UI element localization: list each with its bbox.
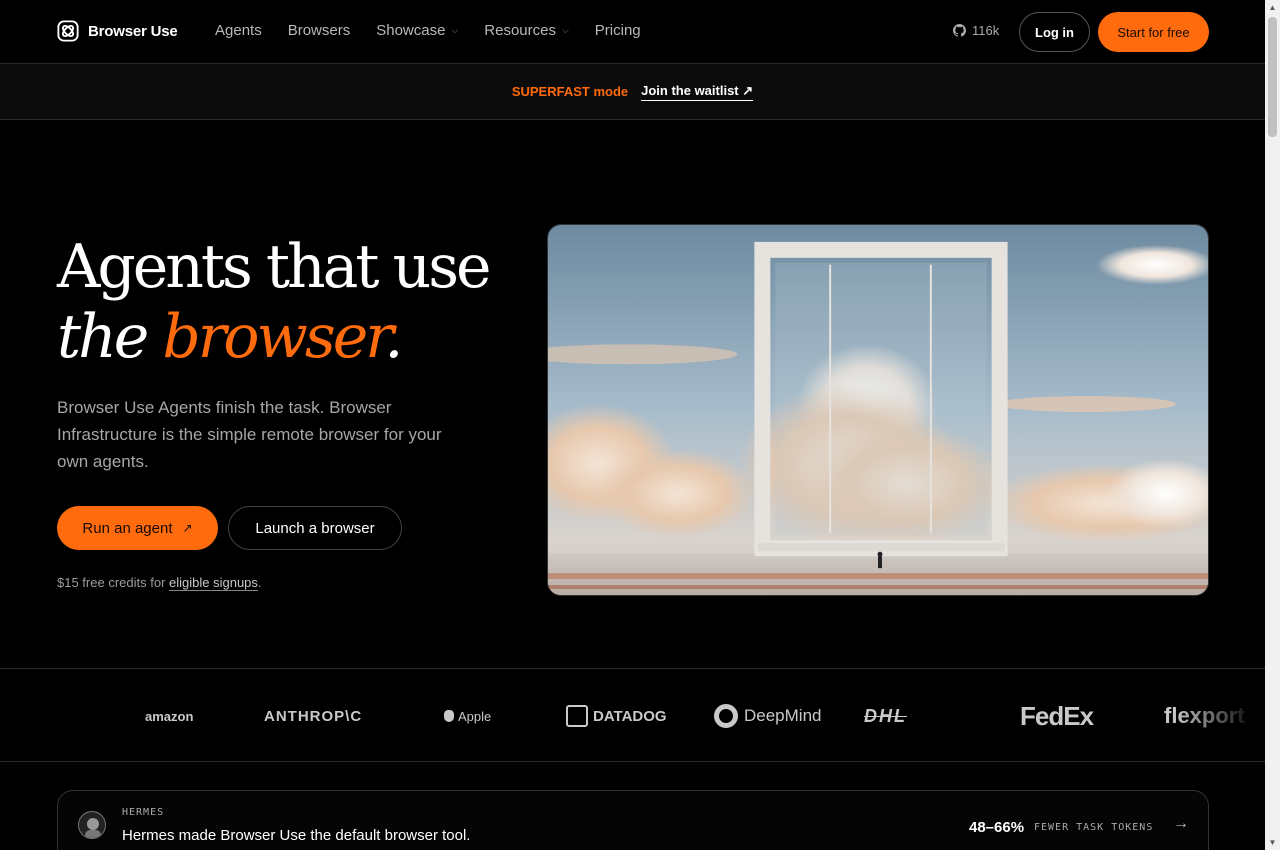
nav-link-label: Resources [484, 22, 556, 39]
datadog-logo: DATADOG [566, 669, 667, 761]
brand-name: Browser Use [88, 22, 178, 40]
customer-logos-strip: amazon ANTHROP\C Apple DATADOG DeepMind … [0, 668, 1265, 762]
nav-link-label: Showcase [376, 22, 446, 39]
brand-logo[interactable]: Browser Use [57, 20, 178, 42]
hero-title-line2: the browser. [57, 302, 489, 372]
github-icon [953, 24, 966, 37]
eligible-signups-link[interactable]: eligible signups [169, 575, 258, 591]
card-text: Hermes made Browser Use the default brow… [122, 827, 471, 844]
launch-browser-button[interactable]: Launch a browser [228, 506, 402, 550]
run-agent-label: Run an agent [82, 519, 173, 537]
hero-title-line1: Agents that use [57, 232, 492, 302]
apple-logo-text: Apple [458, 708, 492, 724]
amazon-logo: amazon [145, 708, 194, 724]
scrollbar-thumb[interactable] [1268, 17, 1277, 137]
credits-note: $15 free credits for eligible signups. [57, 575, 262, 591]
nav-link-agents[interactable]: Agents [215, 22, 262, 39]
start-for-free-button[interactable]: Start for free [1098, 12, 1209, 52]
card-stat-value: 48–66% [969, 819, 1025, 836]
deepmind-logo: DeepMind [714, 669, 822, 761]
sky-portal-illustration [548, 225, 1208, 595]
top-navigation: Browser Use Agents Browsers Showcase ⌵ Re… [0, 0, 1265, 64]
hero-title-period: . [384, 302, 403, 372]
chevron-down-icon: ⌵ [561, 25, 569, 35]
vertical-scrollbar[interactable]: ▲ ▼ [1265, 0, 1280, 850]
arrow-up-right-icon: ↗ [182, 521, 193, 535]
nav-link-pricing[interactable]: Pricing [595, 22, 641, 39]
card-eyebrow: HERMES [122, 807, 165, 818]
hermes-avatar [78, 811, 106, 839]
arrow-right-icon: → [1173, 815, 1189, 832]
hero-image [547, 224, 1209, 596]
scroll-up-arrow-icon[interactable]: ▲ [1265, 0, 1280, 15]
deepmind-logo-text: DeepMind [744, 706, 822, 725]
nav-link-resources[interactable]: Resources ⌵ [484, 22, 569, 39]
hermes-portrait-icon [85, 818, 101, 838]
nav-link-label: Pricing [594, 22, 641, 39]
hero-description: Browser Use Agents finish the task. Brow… [57, 398, 442, 471]
nav-link-showcase[interactable]: Showcase ⌵ [376, 22, 458, 39]
nav-link-label: Agents [215, 22, 262, 39]
announcement-banner: SUPERFAST mode Join the waitlist ↗ [0, 64, 1265, 120]
github-stars-link[interactable]: 116k [953, 23, 999, 38]
card-stat-label: FEWER TASK TOKENS [1034, 822, 1154, 833]
browser-use-logo-icon [57, 20, 79, 42]
hermes-announcement-card[interactable]: HERMES Hermes made Browser Use the defau… [57, 790, 1209, 850]
apple-icon [444, 710, 454, 722]
fedex-logo: FedEx [1020, 700, 1094, 731]
hero-title: Agents that use the browser. [57, 232, 492, 372]
credits-period: . [257, 575, 262, 590]
run-agent-button[interactable]: Run an agent ↗ [57, 506, 218, 550]
scroll-down-arrow-icon[interactable]: ▼ [1265, 835, 1280, 850]
dhl-logo: DHL [864, 705, 907, 726]
logos-fade-right [1175, 669, 1265, 761]
hero-title-accent: browser [162, 302, 387, 372]
github-star-count: 116k [972, 23, 1000, 38]
datadog-icon [566, 705, 588, 727]
nav-link-label: Browsers [287, 22, 351, 39]
chevron-down-icon: ⌵ [451, 25, 459, 35]
deepmind-icon [714, 704, 738, 728]
datadog-logo-text: DATADOG [593, 707, 667, 725]
nav-links: Agents Browsers Showcase ⌵ Resources ⌵ Pri… [215, 22, 641, 39]
apple-logo: Apple [444, 669, 492, 761]
join-waitlist-link[interactable]: Join the waitlist ↗ [641, 83, 754, 101]
login-button[interactable]: Log in [1019, 12, 1090, 52]
logos-fade-left [0, 669, 120, 761]
banner-mode-label: SUPERFAST mode [511, 84, 629, 99]
hero-title-the: the [57, 302, 149, 372]
nav-link-browsers[interactable]: Browsers [288, 22, 351, 39]
credits-text: $15 free credits for [57, 575, 166, 590]
anthropic-logo: ANTHROP\C [264, 707, 363, 725]
